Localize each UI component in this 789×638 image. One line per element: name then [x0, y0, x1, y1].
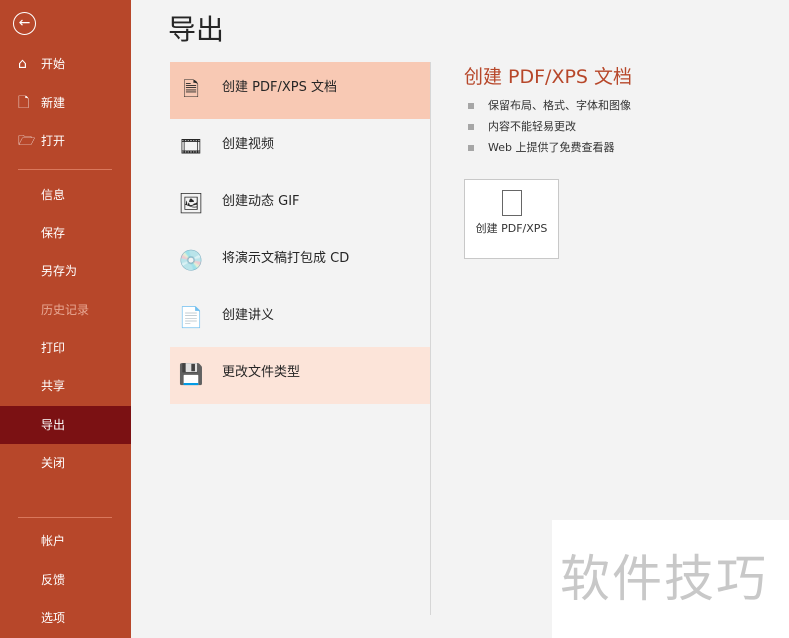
sidebar-item-save-as[interactable]: 另存为: [0, 252, 131, 290]
sidebar-item-share[interactable]: 共享: [0, 367, 131, 405]
option-label: 更改文件类型: [222, 365, 301, 380]
bullet: 保留布局、格式、字体和图像: [464, 95, 632, 116]
folder-open-icon: 🗁: [18, 133, 36, 149]
export-option-gif[interactable]: 🖼 创建动态 GIF: [170, 176, 430, 233]
pdf-document-icon: 🗎: [182, 76, 200, 101]
option-label: 创建 PDF/XPS 文档: [222, 80, 337, 95]
watermark: 软件技巧: [552, 520, 789, 638]
option-label: 创建讲义: [222, 308, 275, 323]
export-option-video[interactable]: 🎞 创建视频: [170, 119, 430, 176]
export-option-handouts[interactable]: 📄 创建讲义: [170, 290, 430, 347]
home-icon: ⌂: [18, 56, 27, 72]
cd-icon: 💿: [178, 247, 204, 272]
divider: [18, 169, 112, 170]
bullet: Web 上提供了免费查看器: [464, 137, 632, 158]
detail-title: 创建 PDF/XPS 文档: [464, 66, 633, 88]
sidebar-item-history: 历史记录: [41, 303, 90, 317]
handouts-icon: 📄: [178, 304, 204, 329]
pdf-document-icon: [501, 190, 522, 216]
backstage-sidebar: ← ⌂ 开始 🗋 新建 🗁 打开 信息 保存 另存为 历史记录 打印 共享 导出 关闭…: [0, 0, 131, 638]
sidebar-item-account[interactable]: 帐户: [0, 522, 131, 560]
new-file-icon: 🗋: [18, 95, 30, 111]
image-icon: 🖼: [178, 190, 204, 215]
sidebar-item-options[interactable]: 选项: [0, 599, 131, 637]
detail-pane: 创建 PDF/XPS 文档 保留布局、格式、字体和图像 内容不能轻易更改 Web…: [464, 62, 632, 158]
option-label: 创建动态 GIF: [222, 194, 300, 209]
sidebar-item-print[interactable]: 打印: [0, 329, 131, 367]
sidebar-item-export[interactable]: 导出: [0, 406, 131, 444]
divider: [430, 62, 431, 615]
back-arrow-icon[interactable]: ←: [13, 12, 36, 35]
sidebar-item-label: 开始: [41, 57, 66, 71]
bullet: 内容不能轻易更改: [464, 116, 632, 137]
export-option-pdf-xps[interactable]: 🗎 创建 PDF/XPS 文档: [170, 62, 430, 119]
option-label: 创建视频: [222, 137, 275, 152]
save-as-type-icon: 💾: [178, 361, 204, 386]
sidebar-item-new[interactable]: 🗋 新建: [0, 84, 131, 122]
sidebar-item-label: 新建: [41, 96, 66, 110]
button-label: 创建 PDF/XPS: [475, 222, 548, 235]
sidebar-item-label: 打开: [41, 134, 66, 148]
option-label: 将演示文稿打包成 CD: [222, 251, 350, 266]
video-icon: 🎞: [178, 133, 204, 158]
export-option-change-file-type[interactable]: 💾 更改文件类型: [170, 347, 430, 404]
divider: [18, 517, 112, 518]
sidebar-item-info[interactable]: 信息: [0, 176, 131, 214]
export-option-package-cd[interactable]: 💿 将演示文稿打包成 CD: [170, 233, 430, 290]
sidebar-item-home[interactable]: ⌂ 开始: [0, 45, 131, 83]
page-title: 导出: [168, 13, 225, 46]
sidebar-item-save[interactable]: 保存: [0, 214, 131, 252]
sidebar-item-feedback[interactable]: 反馈: [0, 561, 131, 599]
sidebar-item-open[interactable]: 🗁 打开: [0, 122, 131, 160]
export-options-list: 🗎 创建 PDF/XPS 文档 🎞 创建视频 🖼 创建动态 GIF 💿 将演示文稿打包成…: [170, 62, 430, 404]
sidebar-item-close[interactable]: 关闭: [0, 444, 131, 482]
create-pdf-xps-button[interactable]: 创建 PDF/XPS: [464, 179, 559, 259]
